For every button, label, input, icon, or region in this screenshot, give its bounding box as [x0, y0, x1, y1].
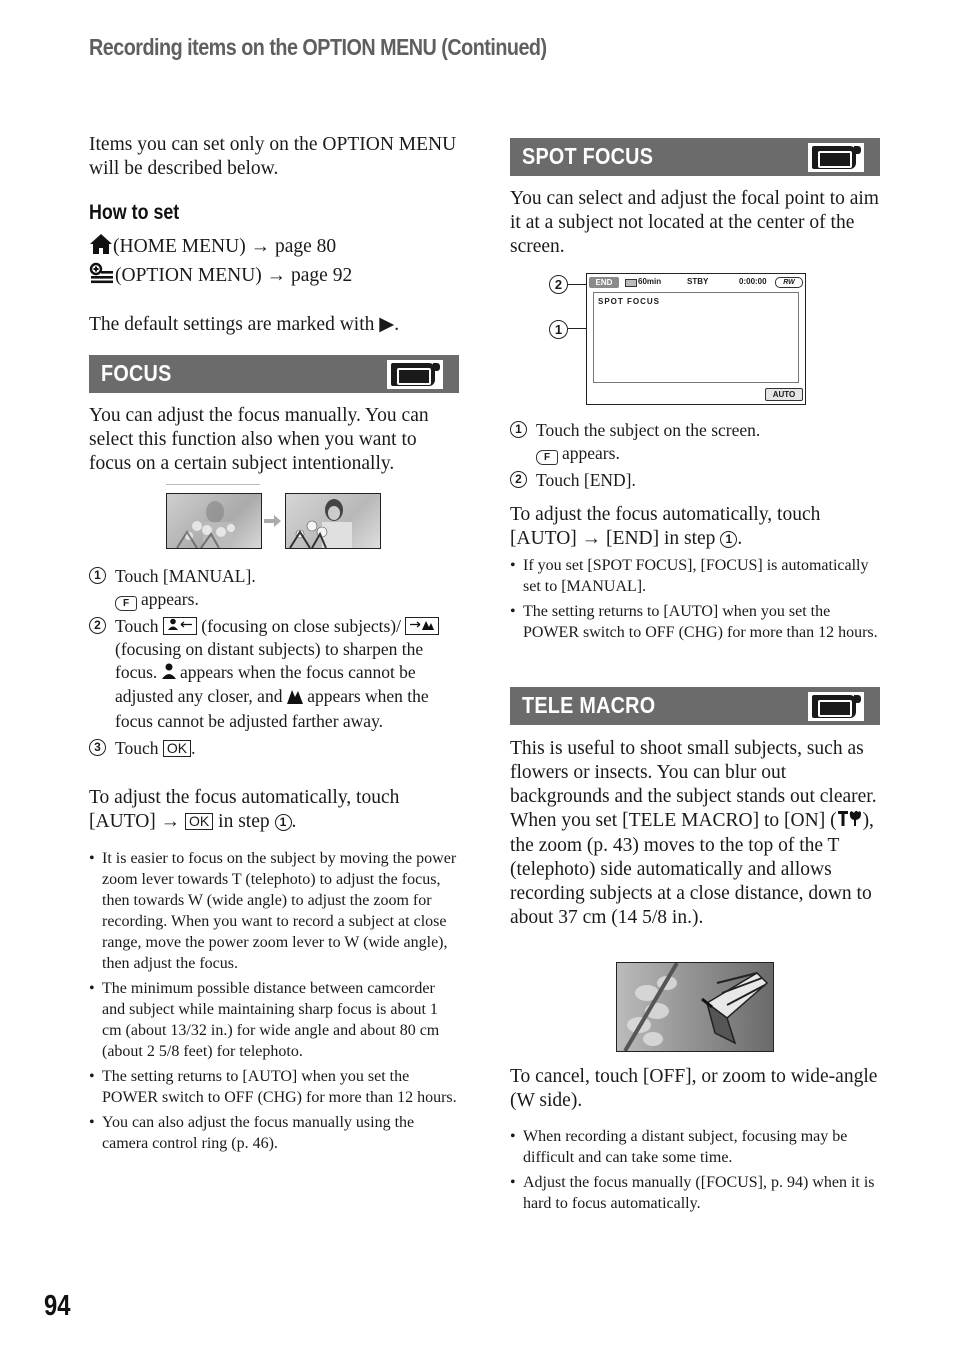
end-button[interactable]: END [589, 277, 619, 288]
tele-macro-image [616, 962, 774, 1052]
disc-rw-icon: RW [775, 277, 803, 288]
battery-remaining: 60min [638, 277, 662, 286]
far-limit-icon [286, 687, 303, 710]
tele-macro-cancel: To cancel, touch [OFF], or zoom to wide-… [510, 1066, 878, 1111]
spot-focus-section-header: SPOT FOCUS [510, 138, 880, 176]
tele-macro-notes: When recording a distant subject, focusi… [510, 1126, 880, 1218]
focus-auto-block: To adjust the focus automatically, touch… [89, 786, 459, 834]
spot-focus-notes: If you set [SPOT FOCUS], [FOCUS] is auto… [510, 555, 880, 647]
recording-status: STBY [687, 277, 709, 286]
how-to-set-lines: (HOME MENU) → page 80 (OPTION MENU) → pa… [89, 233, 459, 337]
how-to-set-heading: How to set [89, 201, 180, 224]
distant-focus-button[interactable] [405, 617, 440, 635]
step-number-2: 2 [510, 471, 527, 488]
focus-note: The setting returns to [AUTO] when you s… [89, 1066, 459, 1108]
near-limit-icon [161, 662, 176, 685]
arrow-icon [264, 514, 282, 532]
focus-auto-instruction: To adjust the focus automatically, touch… [89, 787, 400, 832]
home-icon [89, 233, 113, 262]
page-heading: Recording items on the OPTION MENU (Cont… [89, 34, 547, 60]
focus-step-1: 1 Touch [MANUAL]. Fappears. [89, 565, 459, 611]
focus-step-2: 2 Touch (focusing on close subjects)/ (f… [89, 615, 459, 733]
tele-macro-icon [837, 809, 863, 834]
tele-macro-description-block: This is useful to shoot small subjects, … [510, 737, 880, 930]
auto-button[interactable]: AUTO [765, 388, 803, 401]
focus-after-image [285, 493, 381, 549]
close-focus-button[interactable] [162, 617, 197, 635]
focus-note: It is easier to focus on the subject by … [89, 848, 459, 974]
focus-title: FOCUS [101, 360, 172, 386]
spot-focus-title: SPOT FOCUS [522, 143, 654, 169]
callout-1: 1 [549, 320, 568, 339]
spot-focus-label: SPOT FOCUS [598, 297, 661, 306]
step-number-3: 3 [89, 738, 106, 756]
spot-step-2: 2 Touch [END]. [510, 469, 880, 492]
step-number-1: 1 [89, 567, 106, 584]
spot-step-1: 1 Touch the subject on the screen. Fappe… [510, 419, 880, 465]
intro-block: Items you can set only on the OPTION MEN… [89, 133, 459, 181]
tele-macro-description-2: When you set [TELE MACRO] to [ON] (), th… [510, 809, 874, 929]
step-ref-1: 1 [274, 814, 292, 831]
callout-2: 2 [549, 275, 568, 294]
focus-description: You can adjust the focus manually. You c… [89, 405, 429, 474]
option-menu-icon [89, 262, 115, 291]
manual-focus-icon: F [115, 596, 137, 611]
focus-note: The minimum possible distance between ca… [89, 978, 459, 1062]
step-number-1: 1 [510, 421, 527, 438]
spot-focus-description-block: You can select and adjust the focal poin… [510, 187, 880, 259]
battery-icon [625, 279, 637, 287]
spot-focus-description: You can select and adjust the focal poin… [510, 188, 879, 257]
lcd-frame[interactable]: SPOT FOCUS [593, 292, 799, 383]
step-ref-1: 1 [720, 531, 738, 548]
tele-macro-description: This is useful to shoot small subjects, … [510, 738, 877, 807]
camcorder-mode-icon [387, 360, 443, 389]
focus-section-header: FOCUS [89, 355, 459, 393]
page-number: 94 [44, 1290, 71, 1322]
ok-button-inline[interactable]: OK [185, 813, 214, 830]
focus-description-block: You can adjust the focus manually. You c… [89, 404, 459, 476]
default-settings-note: The default settings are marked with ▶. [89, 314, 400, 335]
focus-notes: It is easier to focus on the subject by … [89, 848, 459, 1158]
focus-step-3: 3 Touch OK. [89, 737, 459, 760]
focus-steps: 1 Touch [MANUAL]. Fappears. 2 Touch (foc… [89, 565, 459, 760]
spot-focus-steps: 1 Touch the subject on the screen. Fappe… [510, 419, 880, 492]
manual-focus-icon: F [536, 450, 558, 465]
step-number-2: 2 [89, 617, 106, 634]
tele-macro-note: Adjust the focus manually ([FOCUS], p. 9… [510, 1172, 880, 1214]
option-menu-line: (OPTION MENU) → page 92 [89, 262, 459, 291]
spot-focus-note: The setting returns to [AUTO] when you s… [510, 601, 880, 643]
timecode: 0:00:00 [739, 277, 767, 286]
tele-macro-title: TELE MACRO [522, 692, 656, 718]
spot-auto-instruction: To adjust the focus automatically, touch… [510, 504, 821, 549]
image-divider [166, 484, 260, 485]
spot-auto-block: To adjust the focus automatically, touch… [510, 503, 880, 551]
home-menu-line: (HOME MENU) → page 80 [89, 233, 459, 262]
camcorder-mode-icon [808, 692, 864, 721]
focus-before-image [166, 493, 262, 549]
spot-focus-note: If you set [SPOT FOCUS], [FOCUS] is auto… [510, 555, 880, 597]
ok-button[interactable]: OK [162, 739, 192, 757]
tele-macro-section-header: TELE MACRO [510, 687, 880, 725]
focus-note: You can also adjust the focus manually u… [89, 1112, 459, 1154]
lcd-screen: END 60min STBY 0:00:00 RW SPOT FOCUS AUT… [586, 273, 806, 405]
camcorder-mode-icon [808, 143, 864, 172]
intro-text: Items you can set only on the OPTION MEN… [89, 134, 457, 179]
tele-macro-cancel-block: To cancel, touch [OFF], or zoom to wide-… [510, 1065, 880, 1113]
tele-macro-note: When recording a distant subject, focusi… [510, 1126, 880, 1168]
